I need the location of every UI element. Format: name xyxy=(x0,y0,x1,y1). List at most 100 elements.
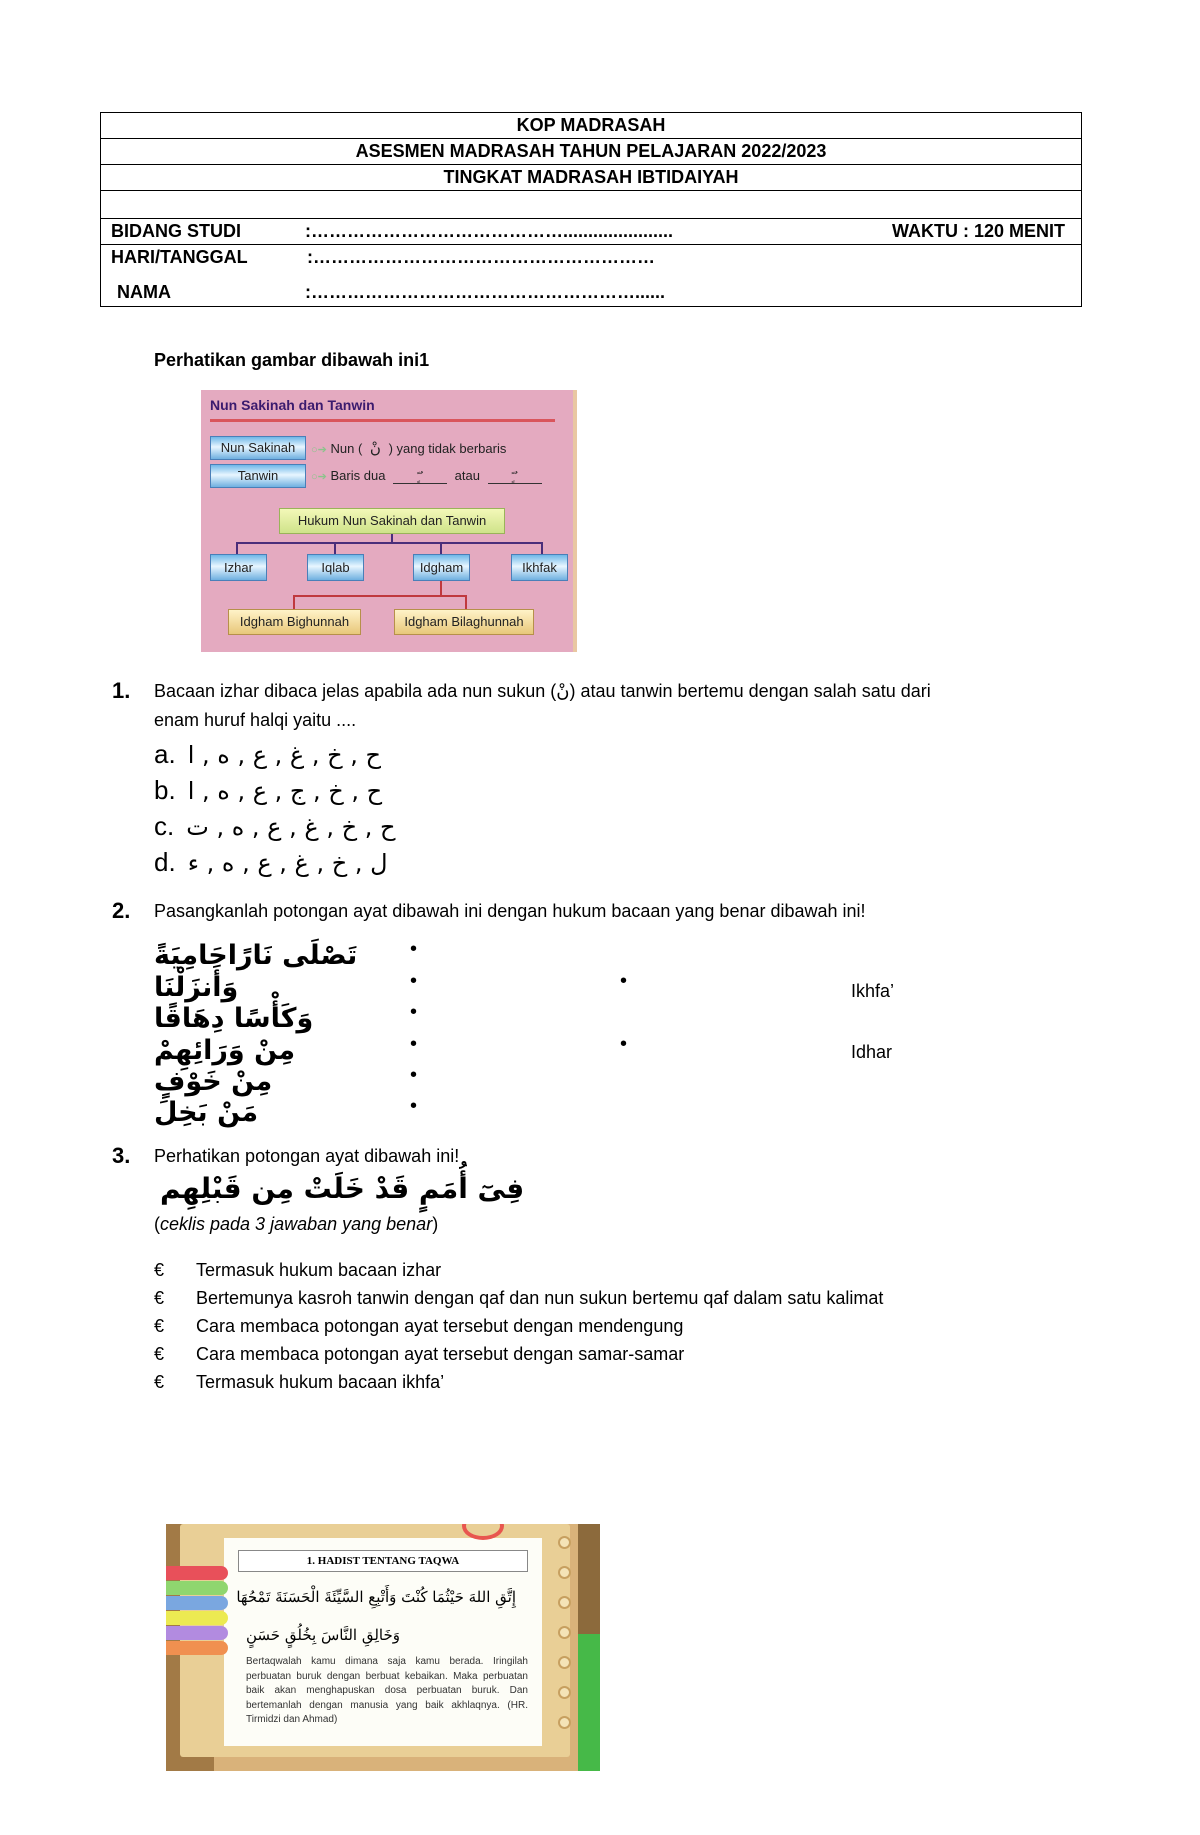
q3-choice-1[interactable]: € Termasuk hukum bacaan izhar xyxy=(154,1256,441,1284)
match-dot-right-1[interactable]: • xyxy=(620,970,627,993)
branch-idgham: Idgham xyxy=(413,554,470,581)
connector xyxy=(391,534,393,542)
q2-ayat-6: مَنْ بَخِلَ xyxy=(154,1097,259,1128)
connector xyxy=(334,542,336,554)
match-dot-left-4[interactable]: • xyxy=(410,1033,417,1056)
color-tab xyxy=(166,1611,228,1625)
hadith-translation: Bertaqwalah kamu dimana saja kamu berada… xyxy=(246,1656,528,1725)
match-dot-left-3[interactable]: • xyxy=(410,1001,417,1024)
branch-iqlab: Iqlab xyxy=(307,554,364,581)
option-letter: d. xyxy=(154,847,176,877)
q1-option-d[interactable]: d. ل , خ , غ , ع , ه , ء xyxy=(154,845,388,879)
checkbox-icon[interactable]: € xyxy=(154,1368,196,1396)
header-blank-row xyxy=(101,191,1081,219)
diagram-title: Nun Sakinah dan Tanwin xyxy=(210,397,375,413)
q1-option-a[interactable]: a. ح , خ , غ , ع , ه , ا xyxy=(154,737,381,771)
field-date-label: HARI/TANGGAL xyxy=(111,247,248,267)
q3-choice-5[interactable]: € Termasuk hukum bacaan ikhfa’ xyxy=(154,1368,444,1396)
q2-ayat-1: تَصْلَى نَارًاحَامِيَةً xyxy=(154,940,358,971)
hadith-arabic-line2: وَخَالِقِ النَّاسَ بِخُلُقٍ حَسَنٍ xyxy=(246,1626,401,1644)
connector xyxy=(293,595,467,597)
binder-ring xyxy=(558,1536,571,1549)
q3-choice-2[interactable]: € Bertemunya kasroh tanwin dengan qaf dan… xyxy=(154,1284,883,1312)
nun-sakinah-diagram-image: Nun Sakinah dan Tanwin Nun Sakinah ○➔ Nu… xyxy=(201,390,577,652)
hukum-root-box: Hukum Nun Sakinah dan Tanwin xyxy=(279,508,505,534)
diagram-title-underline xyxy=(210,419,555,422)
binder-ring xyxy=(558,1566,571,1579)
field-date: HARI/TANGGAL :………………………………………………… xyxy=(101,245,1081,270)
q1-text-line2: enam huruf halqi yaitu .... xyxy=(154,710,357,730)
choice-label: Termasuk hukum bacaan izhar xyxy=(196,1260,442,1280)
tanwin-glyph-2: ً ٍ ٌ xyxy=(487,472,542,484)
color-tab xyxy=(166,1581,228,1595)
match-label-idhar: Idhar xyxy=(851,1042,893,1062)
q2-ayat-4: مِنْ وَرَائِهِمْ xyxy=(154,1035,296,1066)
option-letter: c. xyxy=(154,811,175,841)
q3-ayat: فِىٓ أُمَمٍ قَدْ خَلَتْ مِن قَبْلِهِم xyxy=(160,1172,525,1205)
checkbox-icon[interactable]: € xyxy=(154,1340,196,1368)
match-dot-left-1[interactable]: • xyxy=(410,938,417,961)
tanwin-desc-text: Baris dua xyxy=(330,468,386,483)
nun-sakinah-desc: ○➔ Nun ( نْ ) yang tidak berbaris xyxy=(311,439,506,457)
field-time: WAKTU : 120 MENIT xyxy=(891,221,1065,241)
binder-ring xyxy=(558,1656,571,1669)
q2-ayat-5: مِنْ خَوْفٍ xyxy=(154,1066,273,1097)
hadith-arabic-line1: إِتَّقِ اللهَ حَيْثُمَا كُنْتَ وَأَتْبِع… xyxy=(236,1588,516,1606)
field-subject-blank[interactable]: :……………………………………...................... xyxy=(305,219,673,244)
connector xyxy=(236,542,543,544)
match-dot-left-5[interactable]: • xyxy=(410,1064,417,1087)
match-dot-left-2[interactable]: • xyxy=(410,970,417,993)
header-level: TINGKAT MADRASAH IBTIDAIYAH xyxy=(101,165,1081,191)
connector xyxy=(236,542,238,554)
q1-text-line1: Bacaan izhar dibaca jelas apabila ada nu… xyxy=(154,681,931,701)
q3-text: Perhatikan potongan ayat dibawah ini! xyxy=(154,1146,460,1166)
q3-note: (ceklis pada 3 jawaban yang benar) xyxy=(154,1214,438,1235)
q2-number: 2. xyxy=(112,898,131,923)
option-value: ح , خ , غ , ع , ه , ت xyxy=(186,813,396,841)
q3-choice-4[interactable]: € Cara membaca potongan ayat tersebut den… xyxy=(154,1340,684,1368)
green-background xyxy=(578,1634,600,1771)
field-name-blank[interactable]: :………………………………………………...... xyxy=(305,270,665,314)
checkbox-icon[interactable]: € xyxy=(154,1256,196,1284)
q1-number: 1. xyxy=(112,678,131,703)
connector xyxy=(440,542,442,554)
checkbox-icon[interactable]: € xyxy=(154,1312,196,1340)
choice-label: Cara membaca potongan ayat tersebut deng… xyxy=(196,1316,684,1336)
choice-label: Termasuk hukum bacaan ikhfa’ xyxy=(196,1372,445,1392)
color-tab xyxy=(166,1596,228,1610)
field-date-blank[interactable]: :………………………………………………… xyxy=(307,245,655,270)
q1-option-b[interactable]: b. ح , خ , ج , ع , ه , ا xyxy=(154,773,382,807)
tanwin-desc: ○➔ Baris dua ً ٍ ٌ atau ً ٍ ٌ xyxy=(311,468,542,484)
field-subject-label: BIDANG STUDI xyxy=(111,221,241,241)
field-name: NAMA :………………………………………………...... xyxy=(101,270,1081,306)
q3-choice-3[interactable]: € Cara membaca potongan ayat tersebut den… xyxy=(154,1312,683,1340)
checkbox-icon[interactable]: € xyxy=(154,1284,196,1312)
q2-ayat-3: وَكَأْسًا دِهَاقًا xyxy=(154,1003,314,1034)
nun-glyph: نْ xyxy=(369,439,381,457)
tanwin-glyph-1: ً ٍ ٌ xyxy=(393,472,448,484)
match-dot-right-2[interactable]: • xyxy=(620,1033,627,1056)
instruction-text: Perhatikan gambar dibawah ini1 xyxy=(154,350,430,370)
color-tab xyxy=(166,1626,228,1640)
nun-desc-pre: Nun ( xyxy=(330,441,363,456)
q2-text: Pasangkanlah potongan ayat dibawah ini d… xyxy=(154,901,866,921)
connector xyxy=(541,542,543,554)
hadith-title: 1. HADIST TENTANG TAQWA xyxy=(238,1550,528,1572)
sub-branch-bighunnah: Idgham Bighunnah xyxy=(228,609,361,635)
connector xyxy=(465,595,467,609)
q1-option-c[interactable]: c. ح , خ , غ , ع , ه , ت xyxy=(154,809,395,843)
option-letter: a. xyxy=(154,739,176,769)
color-tab xyxy=(166,1641,228,1655)
match-dot-left-6[interactable]: • xyxy=(410,1095,417,1118)
option-value: ح , خ , ج , ع , ه , ا xyxy=(187,777,383,805)
header-info: BIDANG STUDI :……………………………………............… xyxy=(101,219,1081,306)
binder-ring xyxy=(558,1686,571,1699)
choice-label: Cara membaca potongan ayat tersebut deng… xyxy=(196,1344,685,1364)
connector xyxy=(293,595,295,609)
branch-izhar: Izhar xyxy=(210,554,267,581)
tanwin-atau: atau xyxy=(454,468,480,483)
field-name-label: NAMA xyxy=(117,282,171,302)
arrow-icon: ○➔ xyxy=(311,444,327,456)
header-exam-title: ASESMEN MADRASAH TAHUN PELAJARAN 2022/20… xyxy=(101,139,1081,165)
arrow-icon: ○➔ xyxy=(311,471,327,483)
